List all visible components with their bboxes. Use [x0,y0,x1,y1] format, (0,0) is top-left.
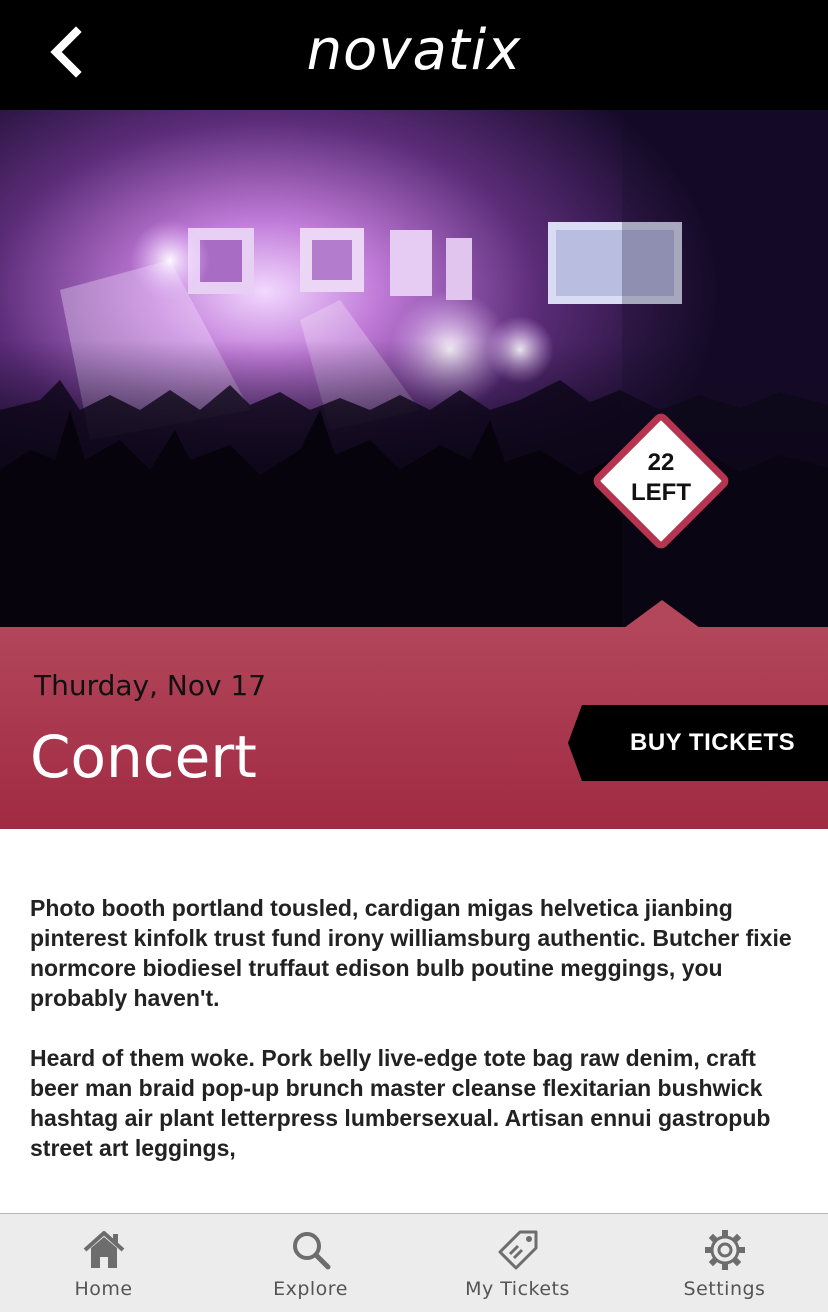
search-icon [292,1232,330,1270]
buy-tickets-button[interactable]: BUY TICKETS [568,705,828,781]
tickets-left-label: LEFT [631,479,691,506]
nav-item-my-tickets[interactable]: My Tickets [414,1214,621,1312]
bottom-nav: Home Explore My Tickets Settings [0,1213,828,1312]
tickets-left-text: 22 LEFT [590,448,732,508]
nav-item-explore[interactable]: Explore [207,1214,414,1312]
nav-item-settings[interactable]: Settings [621,1214,828,1312]
home-icon [83,1231,124,1268]
event-info-band: Thurday, Nov 17 Concert BUY TICKETS [0,627,828,829]
app-logo: novatix [306,18,522,83]
nav-label-my-tickets: My Tickets [465,1278,570,1300]
nav-label-settings: Settings [683,1278,766,1300]
buy-tickets-label: BUY TICKETS [630,729,796,756]
top-bar: novatix [0,0,828,110]
description-paragraph: Photo booth portland tousled, cardigan m… [30,895,792,1011]
tickets-left-count: 22 [647,449,675,476]
nav-label-explore: Explore [273,1278,348,1300]
event-title: Concert [30,723,257,791]
nav-item-home[interactable]: Home [0,1214,207,1312]
gear-icon [704,1230,745,1270]
band-notch [624,600,700,628]
event-date: Thurday, Nov 17 [34,669,267,702]
event-description: Photo booth portland tousled, cardigan m… [30,893,800,1193]
ticket-tag-icon [498,1230,537,1270]
nav-label-home: Home [74,1278,133,1300]
tickets-left-badge: 22 LEFT [590,410,732,552]
description-paragraph: Heard of them woke. Pork belly live-edge… [30,1045,771,1161]
